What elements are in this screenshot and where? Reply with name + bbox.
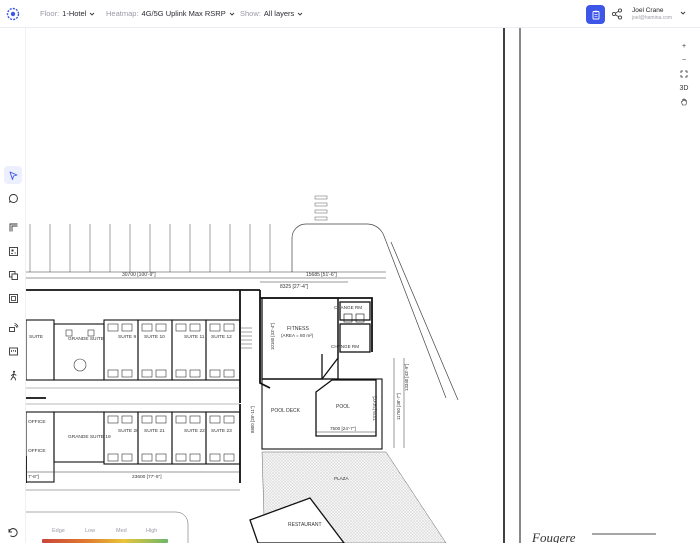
fitness-label: FITNESS [287,326,309,332]
fullscreen-icon [680,70,688,78]
user-email: joel@hamina.com [632,15,673,21]
fit-screen-button[interactable] [677,68,691,80]
dim-pool-height: 7315 [24'-0"] [372,396,377,421]
show-value: All layers [263,9,295,18]
heatmap-legend: Edge Low Med High [36,523,174,543]
user-menu[interactable]: Joel Crane joel@hamina.com [632,7,672,21]
dim-bottom-width: 23600 [77'-5"] [132,474,162,480]
change-room-bottom-label: CHANGE RM [331,344,359,349]
legend-med-label: Med [116,528,127,534]
grid-tool[interactable] [4,289,22,307]
measure-tool[interactable] [4,342,22,360]
fitness-area-label: (AREA = 80 m²) [281,333,314,338]
plaza-label: PLAZA [334,476,349,481]
dim-pool-width: 7500 [24'-7"] [330,426,356,431]
grande-suite-19-label: GRANDE SUITE 19 [68,434,111,440]
legend-low-label: Low [85,528,96,534]
chevron-down-icon [229,12,235,16]
wall-tool[interactable] [4,218,22,236]
access-point-icon [8,322,18,332]
pool-deck-label: POOL DECK [271,408,301,414]
copy-icon [8,270,18,280]
dim-fitness-width: 8325 [27'-4"] [280,284,309,290]
survey-tool[interactable] [4,366,22,384]
show-label: Show: [240,9,261,18]
suite-10-label: SUITE 10 [144,334,165,340]
grid-icon [8,293,18,303]
brand-logo-text: Fougere [531,530,576,543]
parking-lines [29,224,271,272]
restaurant-label: RESTAURANT [288,522,322,528]
dim-right-height-2: 13340 [43'-9"] [404,364,409,391]
zoom-out-button[interactable]: − [677,54,691,66]
comment-icon [8,193,18,203]
area-tool[interactable] [4,242,22,260]
legend-high-label: High [146,528,158,534]
top-bar: Floor: 1-Hotel Heatmap: 4G/5G Uplink Max… [0,0,700,28]
dim-right-width: 15685 [51'-6"] [306,272,337,278]
hand-icon [681,98,687,106]
share-icon[interactable] [611,8,623,20]
suite-12-label: SUITE 12 [211,334,232,340]
suite-20-label: SUITE 20 [118,428,139,434]
office-1-label: OFFICE [28,419,46,425]
floor-value: 1-Hotel [62,9,87,18]
pan-button[interactable] [677,96,691,108]
3d-view-button[interactable]: 3D [677,82,691,94]
zoom-in-button[interactable]: + [677,40,691,52]
suite-22-label: SUITE 22 [184,428,205,434]
dim-bottom-left: 7'-8"] [28,474,39,480]
heatmap-selector[interactable]: Heatmap: 4G/5G Uplink Max RSRP [106,9,235,18]
app-logo-icon[interactable] [6,7,20,21]
suite-21-label: SUITE 21 [144,428,165,434]
heatmap-label: Heatmap: [106,9,139,18]
left-toolbar [0,28,26,543]
layers-selector[interactable]: Show: All layers [240,9,303,18]
clipboard-icon [592,10,599,19]
comment-tool[interactable] [4,189,22,207]
wall-icon [9,223,17,231]
legend-edge-label: Edge [52,528,65,534]
user-name: Joel Crane [632,7,664,14]
copy-tool[interactable] [4,266,22,284]
floor-selector[interactable]: Floor: 1-Hotel [40,9,95,18]
suite-label: SUITE [29,334,43,340]
dim-right-height: 11760 [38'-7"] [396,393,401,420]
chevron-down-icon [90,12,95,16]
floor-plan-canvas[interactable]: Fougere 30700 [100'-9"] 15685 [51'-6"] 8… [26,28,700,543]
chevron-down-icon[interactable] [680,10,686,16]
floor-plan-drawing[interactable]: Fougere 30700 [100'-9"] 15685 [51'-6"] 8… [26,28,700,543]
suite-11-label: SUITE 11 [184,334,205,340]
dim-total-width: 30700 [100'-9"] [122,272,156,278]
pool-label: POOL [336,404,350,410]
report-button[interactable] [586,5,605,24]
area-icon [8,246,18,256]
ruler-icon [8,347,18,355]
change-room-top-label: CHANGE RM [334,305,362,310]
cursor-icon [9,171,17,180]
legend-gradient-bar [42,539,168,543]
dim-deck-height: 8800 [28'-11"] [250,406,255,433]
grande-suite-label: GRANDE SUITE [68,336,104,342]
dim-fitness-height: 10160 [33'-4"] [270,323,275,350]
floor-label: Floor: [40,9,60,18]
access-point-tool[interactable] [4,318,22,336]
select-tool[interactable] [4,166,22,184]
suite-9-label: SUITE 9 [118,334,136,340]
suite-23-label: SUITE 23 [211,428,232,434]
chevron-down-icon [297,12,303,16]
walking-person-icon [10,370,16,380]
heatmap-value: 4G/5G Uplink Max RSRP [141,9,226,18]
undo-icon[interactable] [6,526,18,538]
office-2-label: OFFICE [28,448,46,454]
